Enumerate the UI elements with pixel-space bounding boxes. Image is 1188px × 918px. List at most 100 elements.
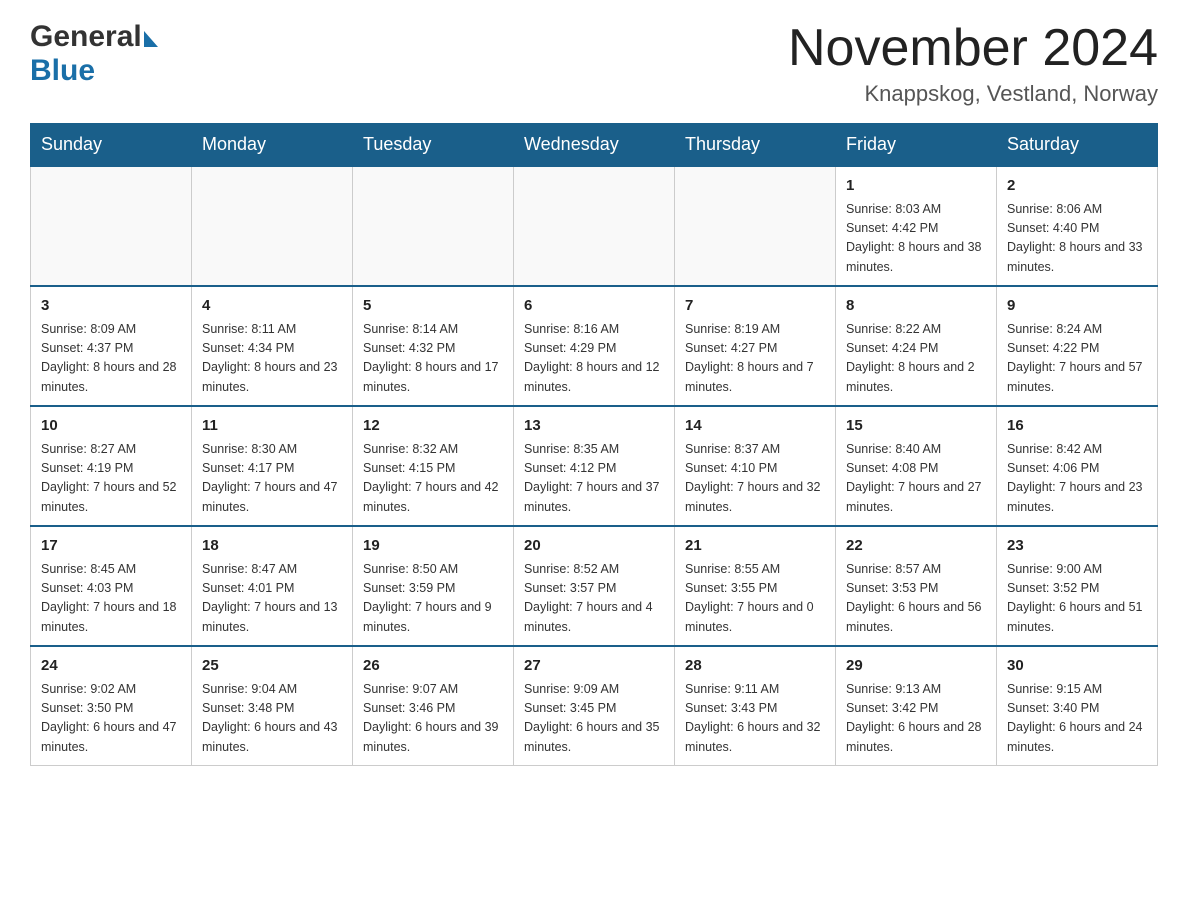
day-info: Sunrise: 8:57 AMSunset: 3:53 PMDaylight:… [846, 560, 986, 638]
day-number: 25 [202, 655, 342, 678]
day-number: 7 [685, 295, 825, 318]
day-info: Sunrise: 8:19 AMSunset: 4:27 PMDaylight:… [685, 320, 825, 398]
calendar-cell: 19Sunrise: 8:50 AMSunset: 3:59 PMDayligh… [353, 526, 514, 646]
day-number: 2 [1007, 175, 1147, 198]
calendar-cell: 21Sunrise: 8:55 AMSunset: 3:55 PMDayligh… [675, 526, 836, 646]
calendar-cell: 13Sunrise: 8:35 AMSunset: 4:12 PMDayligh… [514, 406, 675, 526]
day-number: 19 [363, 535, 503, 558]
calendar-cell: 9Sunrise: 8:24 AMSunset: 4:22 PMDaylight… [997, 286, 1158, 406]
week-row-5: 24Sunrise: 9:02 AMSunset: 3:50 PMDayligh… [31, 646, 1158, 766]
day-info: Sunrise: 8:11 AMSunset: 4:34 PMDaylight:… [202, 320, 342, 398]
day-info: Sunrise: 8:09 AMSunset: 4:37 PMDaylight:… [41, 320, 181, 398]
day-info: Sunrise: 9:04 AMSunset: 3:48 PMDaylight:… [202, 680, 342, 758]
calendar-cell: 22Sunrise: 8:57 AMSunset: 3:53 PMDayligh… [836, 526, 997, 646]
header-wednesday: Wednesday [514, 124, 675, 167]
header-thursday: Thursday [675, 124, 836, 167]
logo: General Blue [30, 20, 158, 88]
day-info: Sunrise: 8:40 AMSunset: 4:08 PMDaylight:… [846, 440, 986, 518]
calendar-cell [192, 166, 353, 286]
day-info: Sunrise: 8:32 AMSunset: 4:15 PMDaylight:… [363, 440, 503, 518]
day-number: 28 [685, 655, 825, 678]
calendar-cell: 25Sunrise: 9:04 AMSunset: 3:48 PMDayligh… [192, 646, 353, 766]
day-info: Sunrise: 8:55 AMSunset: 3:55 PMDaylight:… [685, 560, 825, 638]
day-info: Sunrise: 9:15 AMSunset: 3:40 PMDaylight:… [1007, 680, 1147, 758]
week-row-2: 3Sunrise: 8:09 AMSunset: 4:37 PMDaylight… [31, 286, 1158, 406]
day-info: Sunrise: 8:47 AMSunset: 4:01 PMDaylight:… [202, 560, 342, 638]
day-info: Sunrise: 8:37 AMSunset: 4:10 PMDaylight:… [685, 440, 825, 518]
day-info: Sunrise: 9:11 AMSunset: 3:43 PMDaylight:… [685, 680, 825, 758]
calendar-cell [31, 166, 192, 286]
day-info: Sunrise: 8:24 AMSunset: 4:22 PMDaylight:… [1007, 320, 1147, 398]
day-number: 8 [846, 295, 986, 318]
calendar-cell: 20Sunrise: 8:52 AMSunset: 3:57 PMDayligh… [514, 526, 675, 646]
header-tuesday: Tuesday [353, 124, 514, 167]
calendar-cell: 30Sunrise: 9:15 AMSunset: 3:40 PMDayligh… [997, 646, 1158, 766]
day-info: Sunrise: 8:50 AMSunset: 3:59 PMDaylight:… [363, 560, 503, 638]
header-saturday: Saturday [997, 124, 1158, 167]
calendar-cell: 27Sunrise: 9:09 AMSunset: 3:45 PMDayligh… [514, 646, 675, 766]
calendar-cell: 15Sunrise: 8:40 AMSunset: 4:08 PMDayligh… [836, 406, 997, 526]
day-info: Sunrise: 8:22 AMSunset: 4:24 PMDaylight:… [846, 320, 986, 398]
calendar-cell: 11Sunrise: 8:30 AMSunset: 4:17 PMDayligh… [192, 406, 353, 526]
title-section: November 2024 Knappskog, Vestland, Norwa… [788, 20, 1158, 107]
day-number: 22 [846, 535, 986, 558]
calendar-cell: 23Sunrise: 9:00 AMSunset: 3:52 PMDayligh… [997, 526, 1158, 646]
day-number: 23 [1007, 535, 1147, 558]
day-info: Sunrise: 9:09 AMSunset: 3:45 PMDaylight:… [524, 680, 664, 758]
day-number: 26 [363, 655, 503, 678]
calendar-cell: 14Sunrise: 8:37 AMSunset: 4:10 PMDayligh… [675, 406, 836, 526]
day-number: 17 [41, 535, 181, 558]
day-info: Sunrise: 8:30 AMSunset: 4:17 PMDaylight:… [202, 440, 342, 518]
day-number: 14 [685, 415, 825, 438]
calendar-cell: 8Sunrise: 8:22 AMSunset: 4:24 PMDaylight… [836, 286, 997, 406]
day-number: 6 [524, 295, 664, 318]
month-title: November 2024 [788, 20, 1158, 77]
calendar-cell: 2Sunrise: 8:06 AMSunset: 4:40 PMDaylight… [997, 166, 1158, 286]
day-info: Sunrise: 8:14 AMSunset: 4:32 PMDaylight:… [363, 320, 503, 398]
calendar-cell: 3Sunrise: 8:09 AMSunset: 4:37 PMDaylight… [31, 286, 192, 406]
calendar-cell: 16Sunrise: 8:42 AMSunset: 4:06 PMDayligh… [997, 406, 1158, 526]
calendar-cell: 5Sunrise: 8:14 AMSunset: 4:32 PMDaylight… [353, 286, 514, 406]
calendar-cell [514, 166, 675, 286]
day-number: 12 [363, 415, 503, 438]
header-monday: Monday [192, 124, 353, 167]
day-info: Sunrise: 8:06 AMSunset: 4:40 PMDaylight:… [1007, 200, 1147, 278]
day-info: Sunrise: 8:03 AMSunset: 4:42 PMDaylight:… [846, 200, 986, 278]
calendar-cell: 28Sunrise: 9:11 AMSunset: 3:43 PMDayligh… [675, 646, 836, 766]
day-number: 27 [524, 655, 664, 678]
day-number: 10 [41, 415, 181, 438]
day-number: 5 [363, 295, 503, 318]
day-info: Sunrise: 9:00 AMSunset: 3:52 PMDaylight:… [1007, 560, 1147, 638]
calendar-cell: 18Sunrise: 8:47 AMSunset: 4:01 PMDayligh… [192, 526, 353, 646]
calendar-cell: 7Sunrise: 8:19 AMSunset: 4:27 PMDaylight… [675, 286, 836, 406]
day-number: 3 [41, 295, 181, 318]
day-number: 11 [202, 415, 342, 438]
calendar-cell: 6Sunrise: 8:16 AMSunset: 4:29 PMDaylight… [514, 286, 675, 406]
logo-blue-text: Blue [30, 54, 95, 87]
day-info: Sunrise: 8:16 AMSunset: 4:29 PMDaylight:… [524, 320, 664, 398]
day-info: Sunrise: 8:42 AMSunset: 4:06 PMDaylight:… [1007, 440, 1147, 518]
day-number: 18 [202, 535, 342, 558]
day-number: 1 [846, 175, 986, 198]
calendar-cell: 4Sunrise: 8:11 AMSunset: 4:34 PMDaylight… [192, 286, 353, 406]
day-info: Sunrise: 9:07 AMSunset: 3:46 PMDaylight:… [363, 680, 503, 758]
header-sunday: Sunday [31, 124, 192, 167]
day-number: 21 [685, 535, 825, 558]
day-number: 29 [846, 655, 986, 678]
day-number: 9 [1007, 295, 1147, 318]
logo-arrow-icon [144, 31, 158, 47]
calendar-cell [675, 166, 836, 286]
logo-general-text: General [30, 20, 142, 54]
day-number: 13 [524, 415, 664, 438]
day-info: Sunrise: 9:02 AMSunset: 3:50 PMDaylight:… [41, 680, 181, 758]
day-number: 30 [1007, 655, 1147, 678]
day-info: Sunrise: 8:27 AMSunset: 4:19 PMDaylight:… [41, 440, 181, 518]
page-header: General Blue November 2024 Knappskog, Ve… [30, 20, 1158, 107]
day-number: 16 [1007, 415, 1147, 438]
week-row-3: 10Sunrise: 8:27 AMSunset: 4:19 PMDayligh… [31, 406, 1158, 526]
calendar-cell: 29Sunrise: 9:13 AMSunset: 3:42 PMDayligh… [836, 646, 997, 766]
calendar-cell: 17Sunrise: 8:45 AMSunset: 4:03 PMDayligh… [31, 526, 192, 646]
day-number: 24 [41, 655, 181, 678]
header-friday: Friday [836, 124, 997, 167]
calendar-cell: 24Sunrise: 9:02 AMSunset: 3:50 PMDayligh… [31, 646, 192, 766]
